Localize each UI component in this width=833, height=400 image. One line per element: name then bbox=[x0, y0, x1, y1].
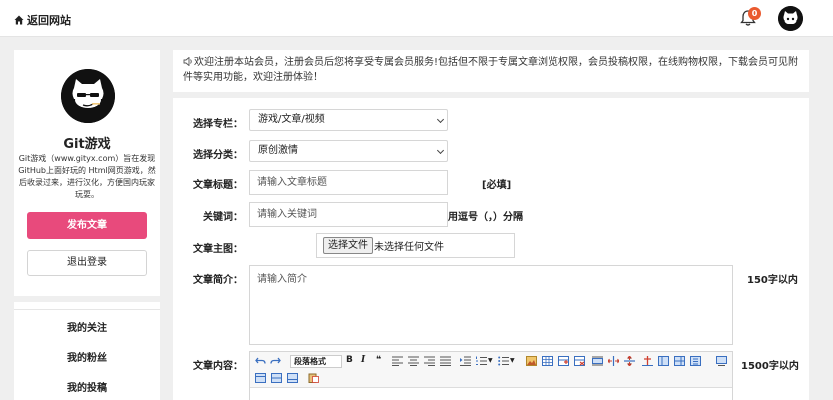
delete-col-icon[interactable] bbox=[690, 356, 701, 366]
user-avatar[interactable] bbox=[778, 6, 803, 31]
summary-textarea[interactable]: 请输入简介 bbox=[249, 265, 733, 345]
title-required-note: [必填] bbox=[482, 180, 512, 191]
profile-name: Git游戏 bbox=[63, 137, 111, 152]
chevron-down-icon[interactable]: ▼ bbox=[510, 357, 515, 364]
table-icon[interactable] bbox=[542, 356, 553, 366]
article-form: 选择专栏： 游戏/文章/视频 选择分类： 原创激情 文章标题： 请输入文章标题 … bbox=[173, 98, 809, 400]
undo-icon[interactable] bbox=[255, 356, 266, 366]
category-select[interactable]: 原创激情 bbox=[249, 140, 448, 162]
chevron-down-icon bbox=[436, 115, 445, 124]
split-cells-icon[interactable] bbox=[608, 356, 619, 366]
cell-align-bottom-icon[interactable] bbox=[287, 373, 298, 383]
column-select[interactable]: 游戏/文章/视频 bbox=[249, 109, 448, 131]
merge-cells-icon[interactable] bbox=[592, 356, 603, 366]
column-select-value: 游戏/文章/视频 bbox=[258, 114, 325, 125]
align-center-icon[interactable] bbox=[408, 356, 419, 366]
octocat-avatar-icon bbox=[61, 69, 115, 123]
menu-item-submissions[interactable]: 我的投稿 bbox=[14, 379, 160, 394]
profile-card: Git游戏 Git游戏（www.gityx.com）旨在发现GitHub上面好玩… bbox=[14, 50, 160, 296]
insert-col-left-icon[interactable] bbox=[658, 356, 669, 366]
top-bar: 返回网站 0 bbox=[0, 0, 833, 37]
profile-description: Git游戏（www.gityx.com）旨在发现GitHub上面好玩的 Html… bbox=[18, 154, 156, 199]
notice-banner: 欢迎注册本站会员，注册会员后您将享受专属会员服务!包括但不限于专属文章浏览权限，… bbox=[173, 50, 809, 92]
file-status: 未选择任何文件 bbox=[374, 242, 444, 253]
column-label: 选择专栏： bbox=[193, 119, 243, 130]
split-column-icon[interactable] bbox=[624, 356, 635, 366]
keywords-input[interactable]: 请输入关键词 bbox=[249, 202, 448, 227]
menu-divider bbox=[14, 309, 160, 310]
home-icon bbox=[14, 15, 24, 25]
image-label: 文章主图： bbox=[193, 244, 243, 255]
keywords-note: 用逗号（，）分隔 bbox=[448, 212, 523, 223]
menu-item-followers[interactable]: 我的粉丝 bbox=[14, 349, 160, 364]
speaker-icon bbox=[183, 57, 192, 66]
notification-badge: 0 bbox=[748, 7, 761, 20]
category-label: 选择分类： bbox=[193, 150, 243, 161]
keywords-label: 关键词： bbox=[203, 212, 243, 223]
align-justify-icon[interactable] bbox=[440, 356, 451, 366]
cell-align-top-icon[interactable] bbox=[255, 373, 266, 383]
cell-align-middle-icon[interactable] bbox=[271, 373, 282, 383]
content-label: 文章内容： bbox=[193, 361, 243, 372]
fullscreen-icon[interactable] bbox=[716, 356, 727, 366]
insert-row-icon[interactable] bbox=[558, 356, 569, 366]
title-input[interactable]: 请输入文章标题 bbox=[249, 170, 448, 195]
insert-col-right-icon[interactable] bbox=[674, 356, 685, 366]
bold-icon[interactable]: B bbox=[346, 355, 353, 365]
chevron-down-icon bbox=[436, 146, 445, 155]
user-menu: 我的关注 我的粉丝 我的投稿 bbox=[14, 302, 160, 400]
align-right-icon[interactable] bbox=[424, 356, 435, 366]
rich-text-editor: 段落格式 B I ❝ ▼ ▼ bbox=[249, 351, 733, 400]
ordered-list-icon[interactable] bbox=[476, 356, 487, 366]
back-to-site-label: 返回网站 bbox=[27, 14, 71, 27]
summary-note: 150字以内 bbox=[747, 275, 798, 286]
table-props-icon[interactable] bbox=[642, 356, 653, 366]
choose-file-button[interactable]: 选择文件 bbox=[323, 237, 373, 254]
menu-item-following[interactable]: 我的关注 bbox=[14, 319, 160, 334]
publish-article-button[interactable]: 发布文章 bbox=[27, 212, 147, 239]
back-to-site-link[interactable]: 返回网站 bbox=[14, 12, 71, 28]
logout-button[interactable]: 退出登录 bbox=[27, 250, 147, 276]
unordered-list-icon[interactable] bbox=[498, 356, 509, 366]
paste-icon[interactable] bbox=[308, 373, 319, 383]
file-input: 选择文件 未选择任何文件 bbox=[316, 233, 515, 258]
content-note: 1500字以内 bbox=[741, 361, 799, 372]
title-label: 文章标题： bbox=[193, 180, 243, 191]
profile-avatar bbox=[61, 69, 115, 123]
blockquote-icon[interactable]: ❝ bbox=[376, 355, 381, 365]
align-left-icon[interactable] bbox=[392, 356, 403, 366]
image-icon[interactable] bbox=[526, 356, 537, 366]
indent-icon[interactable] bbox=[460, 356, 471, 366]
italic-icon[interactable]: I bbox=[361, 355, 365, 365]
paragraph-format-select[interactable]: 段落格式 bbox=[290, 355, 342, 368]
delete-row-icon[interactable] bbox=[574, 356, 585, 366]
chevron-down-icon[interactable]: ▼ bbox=[488, 357, 493, 364]
category-select-value: 原创激情 bbox=[258, 145, 298, 156]
notice-text: 欢迎注册本站会员，注册会员后您将享受专属会员服务!包括但不限于专属文章浏览权限，… bbox=[183, 57, 799, 83]
octocat-avatar-icon bbox=[778, 6, 803, 31]
redo-icon[interactable] bbox=[270, 356, 281, 366]
summary-label: 文章简介： bbox=[193, 275, 243, 286]
editor-toolbar: 段落格式 B I ❝ ▼ ▼ bbox=[250, 352, 732, 388]
